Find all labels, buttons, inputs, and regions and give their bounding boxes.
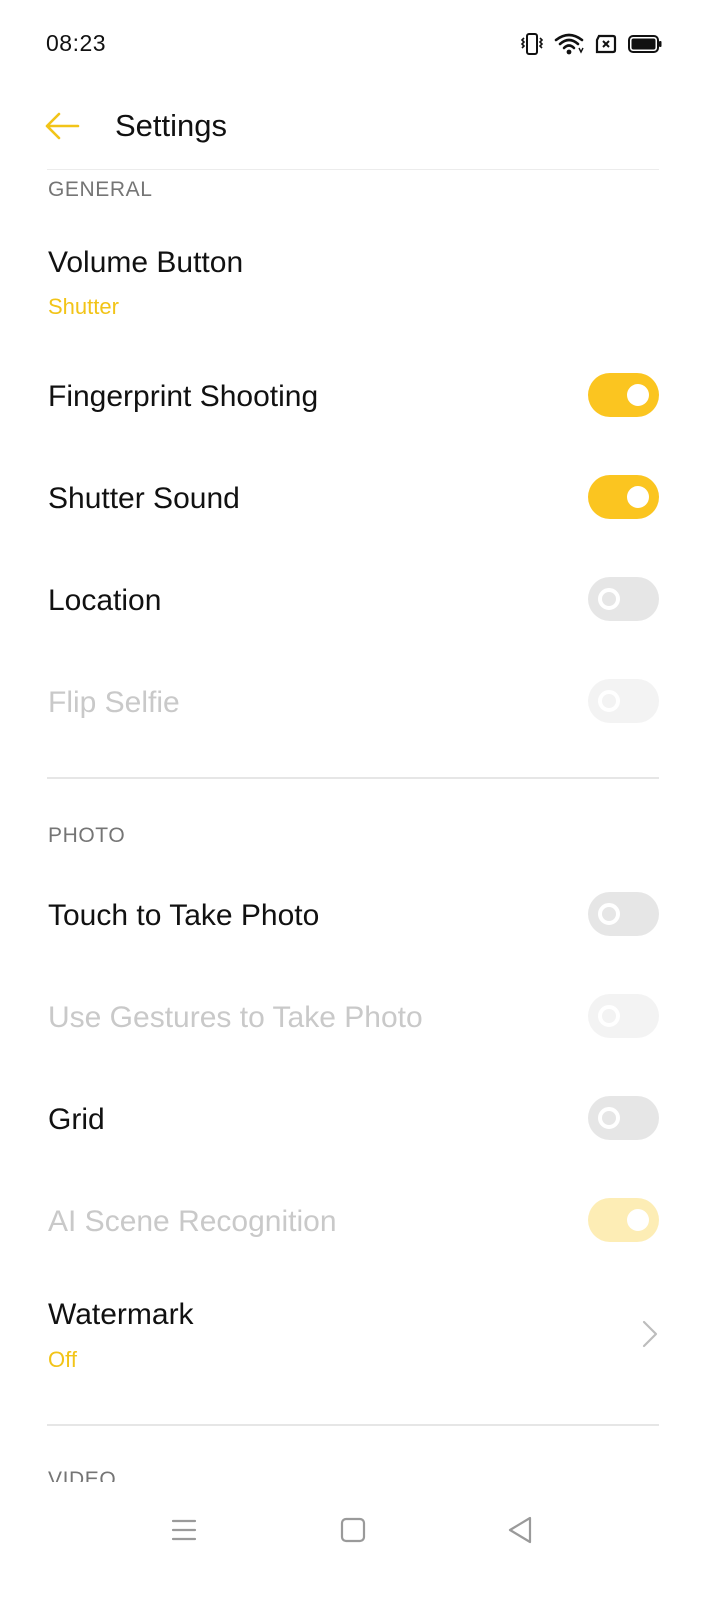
toggle-knob [598,1005,620,1027]
section-header-photo: PHOTO [48,824,126,847]
setting-label: Shutter Sound [48,482,240,515]
section-header-video: VIDEO [48,1468,117,1482]
settings-list[interactable]: GENERAL Volume Button Shutter Fingerprin… [0,170,720,1482]
setting-flip-selfie: Flip Selfie [0,654,720,754]
fingerprint-shooting-toggle[interactable] [588,373,659,417]
shutter-sound-toggle[interactable] [588,475,659,519]
setting-use-gestures: Use Gestures to Take Photo [0,966,720,1066]
toggle-knob [598,1107,620,1129]
setting-label: Use Gestures to Take Photo [48,1001,423,1034]
wifi-icon [554,33,584,55]
status-icons [520,30,662,58]
setting-value: Shutter [48,294,119,319]
navigation-bar [0,1482,720,1600]
battery-icon [628,35,662,53]
setting-label: Watermark [48,1298,194,1331]
home-square-icon [340,1517,366,1543]
ai-scene-recognition-toggle [588,1198,659,1242]
setting-touch-to-take-photo[interactable]: Touch to Take Photo [0,864,720,964]
toggle-knob [598,690,620,712]
app-bar: Settings [0,92,720,170]
setting-grid[interactable]: Grid [0,1068,720,1168]
setting-volume-button[interactable]: Volume Button Shutter [0,232,720,352]
back-button[interactable] [500,1510,540,1550]
setting-label: Location [48,584,162,617]
toggle-knob [627,486,649,508]
toggle-knob [598,903,620,925]
touch-to-take-photo-toggle[interactable] [588,892,659,936]
setting-fingerprint-shooting[interactable]: Fingerprint Shooting [0,348,720,448]
use-gestures-toggle [588,994,659,1038]
flip-selfie-toggle [588,679,659,723]
sim-x-icon [595,34,617,54]
section-divider [47,1424,659,1426]
status-time: 08:23 [46,30,107,56]
status-bar: 08:23 [0,0,720,90]
section-header-general: GENERAL [48,178,153,201]
grid-toggle[interactable] [588,1096,659,1140]
menu-button[interactable] [164,1510,204,1550]
toggle-knob [598,588,620,610]
toggle-knob [627,384,649,406]
setting-label: Touch to Take Photo [48,899,320,932]
setting-shutter-sound[interactable]: Shutter Sound [0,450,720,550]
setting-label: Flip Selfie [48,686,180,719]
arrow-left-icon[interactable] [40,108,84,144]
vibrate-icon [520,33,544,55]
back-triangle-icon [508,1516,532,1544]
setting-label: Grid [48,1103,105,1136]
setting-label: Volume Button [48,246,244,279]
setting-value: Off [48,1347,77,1372]
section-divider [47,777,659,779]
page-title: Settings [115,108,228,143]
toggle-knob [627,1209,649,1231]
menu-icon [171,1519,197,1541]
setting-location[interactable]: Location [0,552,720,652]
location-toggle[interactable] [588,577,659,621]
setting-label: AI Scene Recognition [48,1205,337,1238]
setting-watermark[interactable]: Watermark Off [0,1280,720,1410]
setting-ai-scene-recognition: AI Scene Recognition [0,1170,720,1270]
setting-label: Fingerprint Shooting [48,380,319,413]
chevron-right-icon [642,1320,658,1348]
home-button[interactable] [333,1510,373,1550]
